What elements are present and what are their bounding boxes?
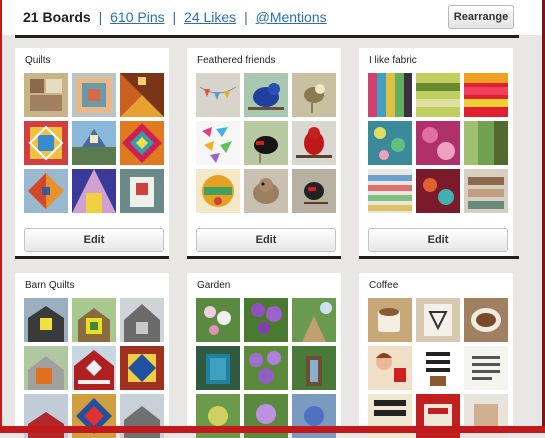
- board-card-barn-quilts[interactable]: Barn Quilts: [15, 273, 169, 438]
- pin-thumbnail[interactable]: [244, 169, 288, 213]
- pin-thumbnail[interactable]: [120, 73, 164, 117]
- pin-thumbnail[interactable]: [368, 73, 412, 117]
- pin-thumbnail[interactable]: [244, 298, 288, 342]
- window-frame-left: [0, 0, 2, 433]
- pin-thumbnail[interactable]: [244, 73, 288, 117]
- pin-thumbnail[interactable]: [24, 121, 68, 165]
- profile-stats: 21 Boards | 610 Pins | 24 Likes | @Menti…: [23, 9, 327, 25]
- pin-thumbnail[interactable]: [72, 169, 116, 213]
- pin-thumbnail[interactable]: [292, 298, 336, 342]
- board-title: I like fabric: [369, 55, 417, 66]
- pin-thumbnail[interactable]: [464, 73, 508, 117]
- pin-thumbnail[interactable]: [244, 121, 288, 165]
- board-title: Barn Quilts: [25, 280, 75, 291]
- boards-count: 21 Boards: [23, 9, 91, 25]
- pin-thumbnail[interactable]: [24, 73, 68, 117]
- pin-thumbnail[interactable]: [292, 121, 336, 165]
- board-card-quilts[interactable]: Quilts Edit: [15, 48, 169, 256]
- pin-thumbnail[interactable]: [24, 346, 68, 390]
- board-card-garden[interactable]: Garden: [187, 273, 341, 438]
- board-divider: [359, 256, 519, 259]
- window-frame-bottom: [0, 426, 545, 433]
- edit-board-button[interactable]: Edit: [24, 228, 164, 252]
- pin-thumbnail[interactable]: [368, 169, 412, 213]
- board-card-i-like-fabric[interactable]: I like fabric Edit: [359, 48, 513, 256]
- rearrange-button[interactable]: Rearrange: [448, 5, 514, 29]
- pins-link[interactable]: 610 Pins: [110, 9, 164, 25]
- stats-separator: |: [172, 9, 177, 25]
- pin-thumbnail[interactable]: [120, 346, 164, 390]
- stats-separator: |: [244, 9, 248, 25]
- pin-thumbnail[interactable]: [196, 121, 240, 165]
- pin-thumbnail[interactable]: [464, 121, 508, 165]
- pin-thumbnail[interactable]: [464, 298, 508, 342]
- board-title: Coffee: [369, 280, 399, 291]
- pin-thumbnail[interactable]: [292, 169, 336, 213]
- pin-thumbnail[interactable]: [244, 346, 288, 390]
- pin-thumbnail[interactable]: [416, 169, 460, 213]
- board-card-feathered-friends[interactable]: Feathered friends Edit: [187, 48, 341, 256]
- mentions-link[interactable]: @Mentions: [256, 9, 327, 25]
- pin-thumbnail[interactable]: [72, 346, 116, 390]
- pin-thumbnail[interactable]: [368, 346, 412, 390]
- edit-board-button[interactable]: Edit: [196, 228, 336, 252]
- board-title: Feathered friends: [197, 55, 276, 66]
- pin-thumbnail[interactable]: [292, 346, 336, 390]
- board-card-coffee[interactable]: Coffee: [359, 273, 513, 438]
- pin-thumbnail[interactable]: [72, 298, 116, 342]
- pin-thumbnail[interactable]: [196, 73, 240, 117]
- pin-thumbnail[interactable]: [72, 73, 116, 117]
- pin-thumbnail[interactable]: [24, 169, 68, 213]
- pin-thumbnail[interactable]: [120, 169, 164, 213]
- pin-thumbnail[interactable]: [24, 298, 68, 342]
- pin-thumbnail[interactable]: [464, 346, 508, 390]
- pin-thumbnail[interactable]: [196, 346, 240, 390]
- pin-thumbnail[interactable]: [416, 298, 460, 342]
- pin-thumbnail[interactable]: [416, 346, 460, 390]
- pin-thumbnail[interactable]: [120, 298, 164, 342]
- likes-link[interactable]: 24 Likes: [184, 9, 236, 25]
- pin-thumbnail[interactable]: [416, 121, 460, 165]
- pin-thumbnail[interactable]: [368, 298, 412, 342]
- header-divider: [15, 35, 519, 38]
- board-title: Quilts: [25, 55, 51, 66]
- board-divider: [15, 256, 169, 259]
- pin-thumbnail[interactable]: [196, 298, 240, 342]
- pin-thumbnail[interactable]: [368, 121, 412, 165]
- stats-separator: |: [98, 9, 103, 25]
- pin-thumbnail[interactable]: [120, 121, 164, 165]
- pin-thumbnail[interactable]: [416, 73, 460, 117]
- board-title: Garden: [197, 280, 231, 291]
- pin-thumbnail[interactable]: [464, 169, 508, 213]
- pin-thumbnail[interactable]: [72, 121, 116, 165]
- pin-thumbnail[interactable]: [196, 169, 240, 213]
- board-divider: [187, 256, 341, 259]
- pin-thumbnail[interactable]: [292, 73, 336, 117]
- edit-board-button[interactable]: Edit: [368, 228, 508, 252]
